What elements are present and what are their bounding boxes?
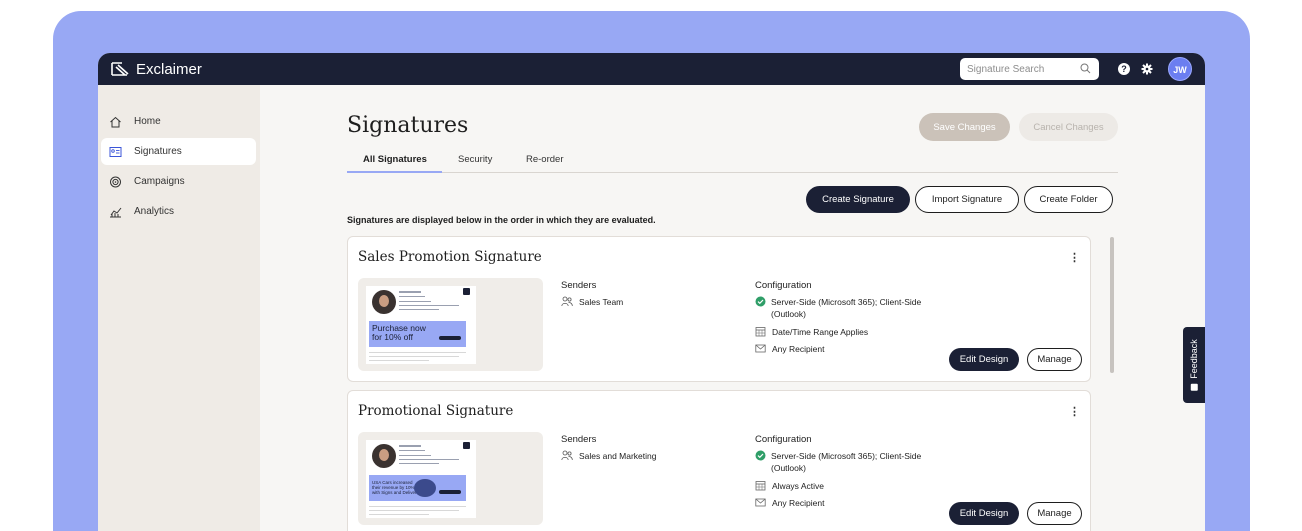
window-frame: Exclaimer ? JW — [53, 11, 1250, 531]
banner-text: Purchase now for 10% off — [372, 323, 426, 342]
car-image — [414, 479, 436, 497]
card-title: Sales Promotion Signature — [358, 249, 542, 265]
signature-search[interactable] — [960, 58, 1099, 80]
sidebar-item-label: Analytics — [134, 206, 175, 217]
tab-all-signatures[interactable]: All Signatures — [363, 154, 427, 165]
feedback-tab[interactable]: Feedback — [1183, 327, 1205, 403]
envelope-icon — [755, 344, 766, 353]
calendar-icon — [755, 481, 766, 491]
edit-design-button[interactable]: Edit Design — [949, 502, 1019, 525]
profile-photo — [372, 444, 396, 468]
sender-name: Sales Team — [579, 297, 624, 307]
main-content: Signatures Save Changes Cancel Changes A… — [260, 85, 1205, 531]
sidebar-item-label: Signatures — [134, 146, 182, 157]
promo-banner: Purchase now for 10% off — [369, 321, 466, 347]
senders-heading: Senders — [561, 280, 597, 291]
top-bar: Exclaimer ? JW — [98, 53, 1205, 85]
sidebar-item-home[interactable]: Home — [101, 108, 256, 135]
tab-security[interactable]: Security — [458, 154, 492, 165]
config-deployment: Server-Side (Microsoft 365); Client-Side… — [755, 296, 921, 320]
sidebar-item-analytics[interactable]: Analytics — [101, 198, 256, 225]
tab-bar: All Signatures Security Re-order — [347, 148, 1118, 173]
user-avatar[interactable]: JW — [1168, 57, 1192, 81]
signature-card-icon — [109, 146, 122, 157]
create-signature-button[interactable]: Create Signature — [806, 186, 910, 213]
sender-item: Sales Team — [561, 296, 623, 308]
order-note: Signatures are displayed below in the or… — [347, 215, 656, 225]
feedback-label: Feedback — [1189, 339, 1199, 391]
tab-re-order[interactable]: Re-order — [526, 154, 564, 165]
save-changes-button[interactable]: Save Changes — [919, 113, 1010, 141]
page-title: Signatures — [347, 113, 469, 138]
signature-card: Promotional Signature ⋮ USA Cars increas… — [347, 390, 1091, 531]
senders-heading: Senders — [561, 434, 597, 445]
logo-square — [463, 442, 470, 449]
signature-preview[interactable]: Purchase now for 10% off — [358, 278, 543, 371]
config-deployment: Server-Side (Microsoft 365); Client-Side… — [755, 450, 921, 474]
target-icon — [110, 176, 121, 187]
manage-button[interactable]: Manage — [1027, 502, 1082, 525]
check-circle-icon — [755, 450, 766, 461]
edit-design-button[interactable]: Edit Design — [949, 348, 1019, 371]
feedback-icon — [1191, 383, 1199, 391]
card-title: Promotional Signature — [358, 403, 514, 419]
search-input[interactable] — [967, 63, 1077, 75]
app-name: Exclaimer — [136, 60, 202, 78]
import-signature-button[interactable]: Import Signature — [915, 186, 1019, 213]
sidebar-item-campaigns[interactable]: Campaigns — [101, 168, 256, 195]
gear-icon[interactable] — [1141, 63, 1153, 75]
help-icon[interactable]: ? — [1118, 63, 1130, 75]
envelope-icon — [755, 498, 766, 507]
check-circle-icon — [755, 296, 766, 307]
config-schedule: Always Active — [755, 480, 824, 492]
sidebar-item-label: Home — [134, 116, 161, 127]
profile-photo — [372, 290, 396, 314]
more-options-icon[interactable]: ⋮ — [1069, 405, 1080, 418]
sidebar-item-label: Campaigns — [134, 176, 185, 187]
more-options-icon[interactable]: ⋮ — [1069, 251, 1080, 264]
signature-thumbnail: Purchase now for 10% off — [366, 286, 476, 364]
manage-button[interactable]: Manage — [1027, 348, 1082, 371]
signature-thumbnail: USA Cars increased their revenue by 10% … — [366, 440, 476, 518]
logo-square — [463, 288, 470, 295]
configuration-heading: Configuration — [755, 280, 812, 291]
banner-text: USA Cars increased their revenue by 10% … — [372, 480, 417, 495]
analytics-chart-icon — [110, 207, 122, 217]
scrollbar[interactable] — [1110, 237, 1114, 373]
sender-item: Sales and Marketing — [561, 450, 657, 462]
logo: Exclaimer — [110, 61, 202, 78]
group-icon — [561, 450, 573, 461]
calendar-icon — [755, 327, 766, 337]
create-folder-button[interactable]: Create Folder — [1024, 186, 1113, 213]
cancel-changes-button[interactable]: Cancel Changes — [1019, 113, 1118, 141]
sender-name: Sales and Marketing — [579, 451, 657, 461]
signature-card: Sales Promotion Signature ⋮ Purchase now… — [347, 236, 1091, 382]
configuration-heading: Configuration — [755, 434, 812, 445]
config-recipient: Any Recipient — [755, 497, 824, 509]
active-tab-indicator — [347, 171, 442, 173]
promo-banner: USA Cars increased their revenue by 10% … — [369, 475, 466, 501]
config-recipient: Any Recipient — [755, 343, 824, 355]
app-window: Exclaimer ? JW — [98, 53, 1205, 531]
search-icon[interactable] — [1080, 63, 1091, 74]
sidebar: Home Signatures Campaigns Analytics — [98, 85, 260, 531]
exclaimer-logo-icon — [111, 62, 129, 76]
sidebar-item-signatures[interactable]: Signatures — [101, 138, 256, 165]
home-icon — [110, 116, 121, 127]
signature-preview[interactable]: USA Cars increased their revenue by 10% … — [358, 432, 543, 525]
config-schedule: Date/Time Range Applies — [755, 326, 868, 338]
group-icon — [561, 296, 573, 307]
